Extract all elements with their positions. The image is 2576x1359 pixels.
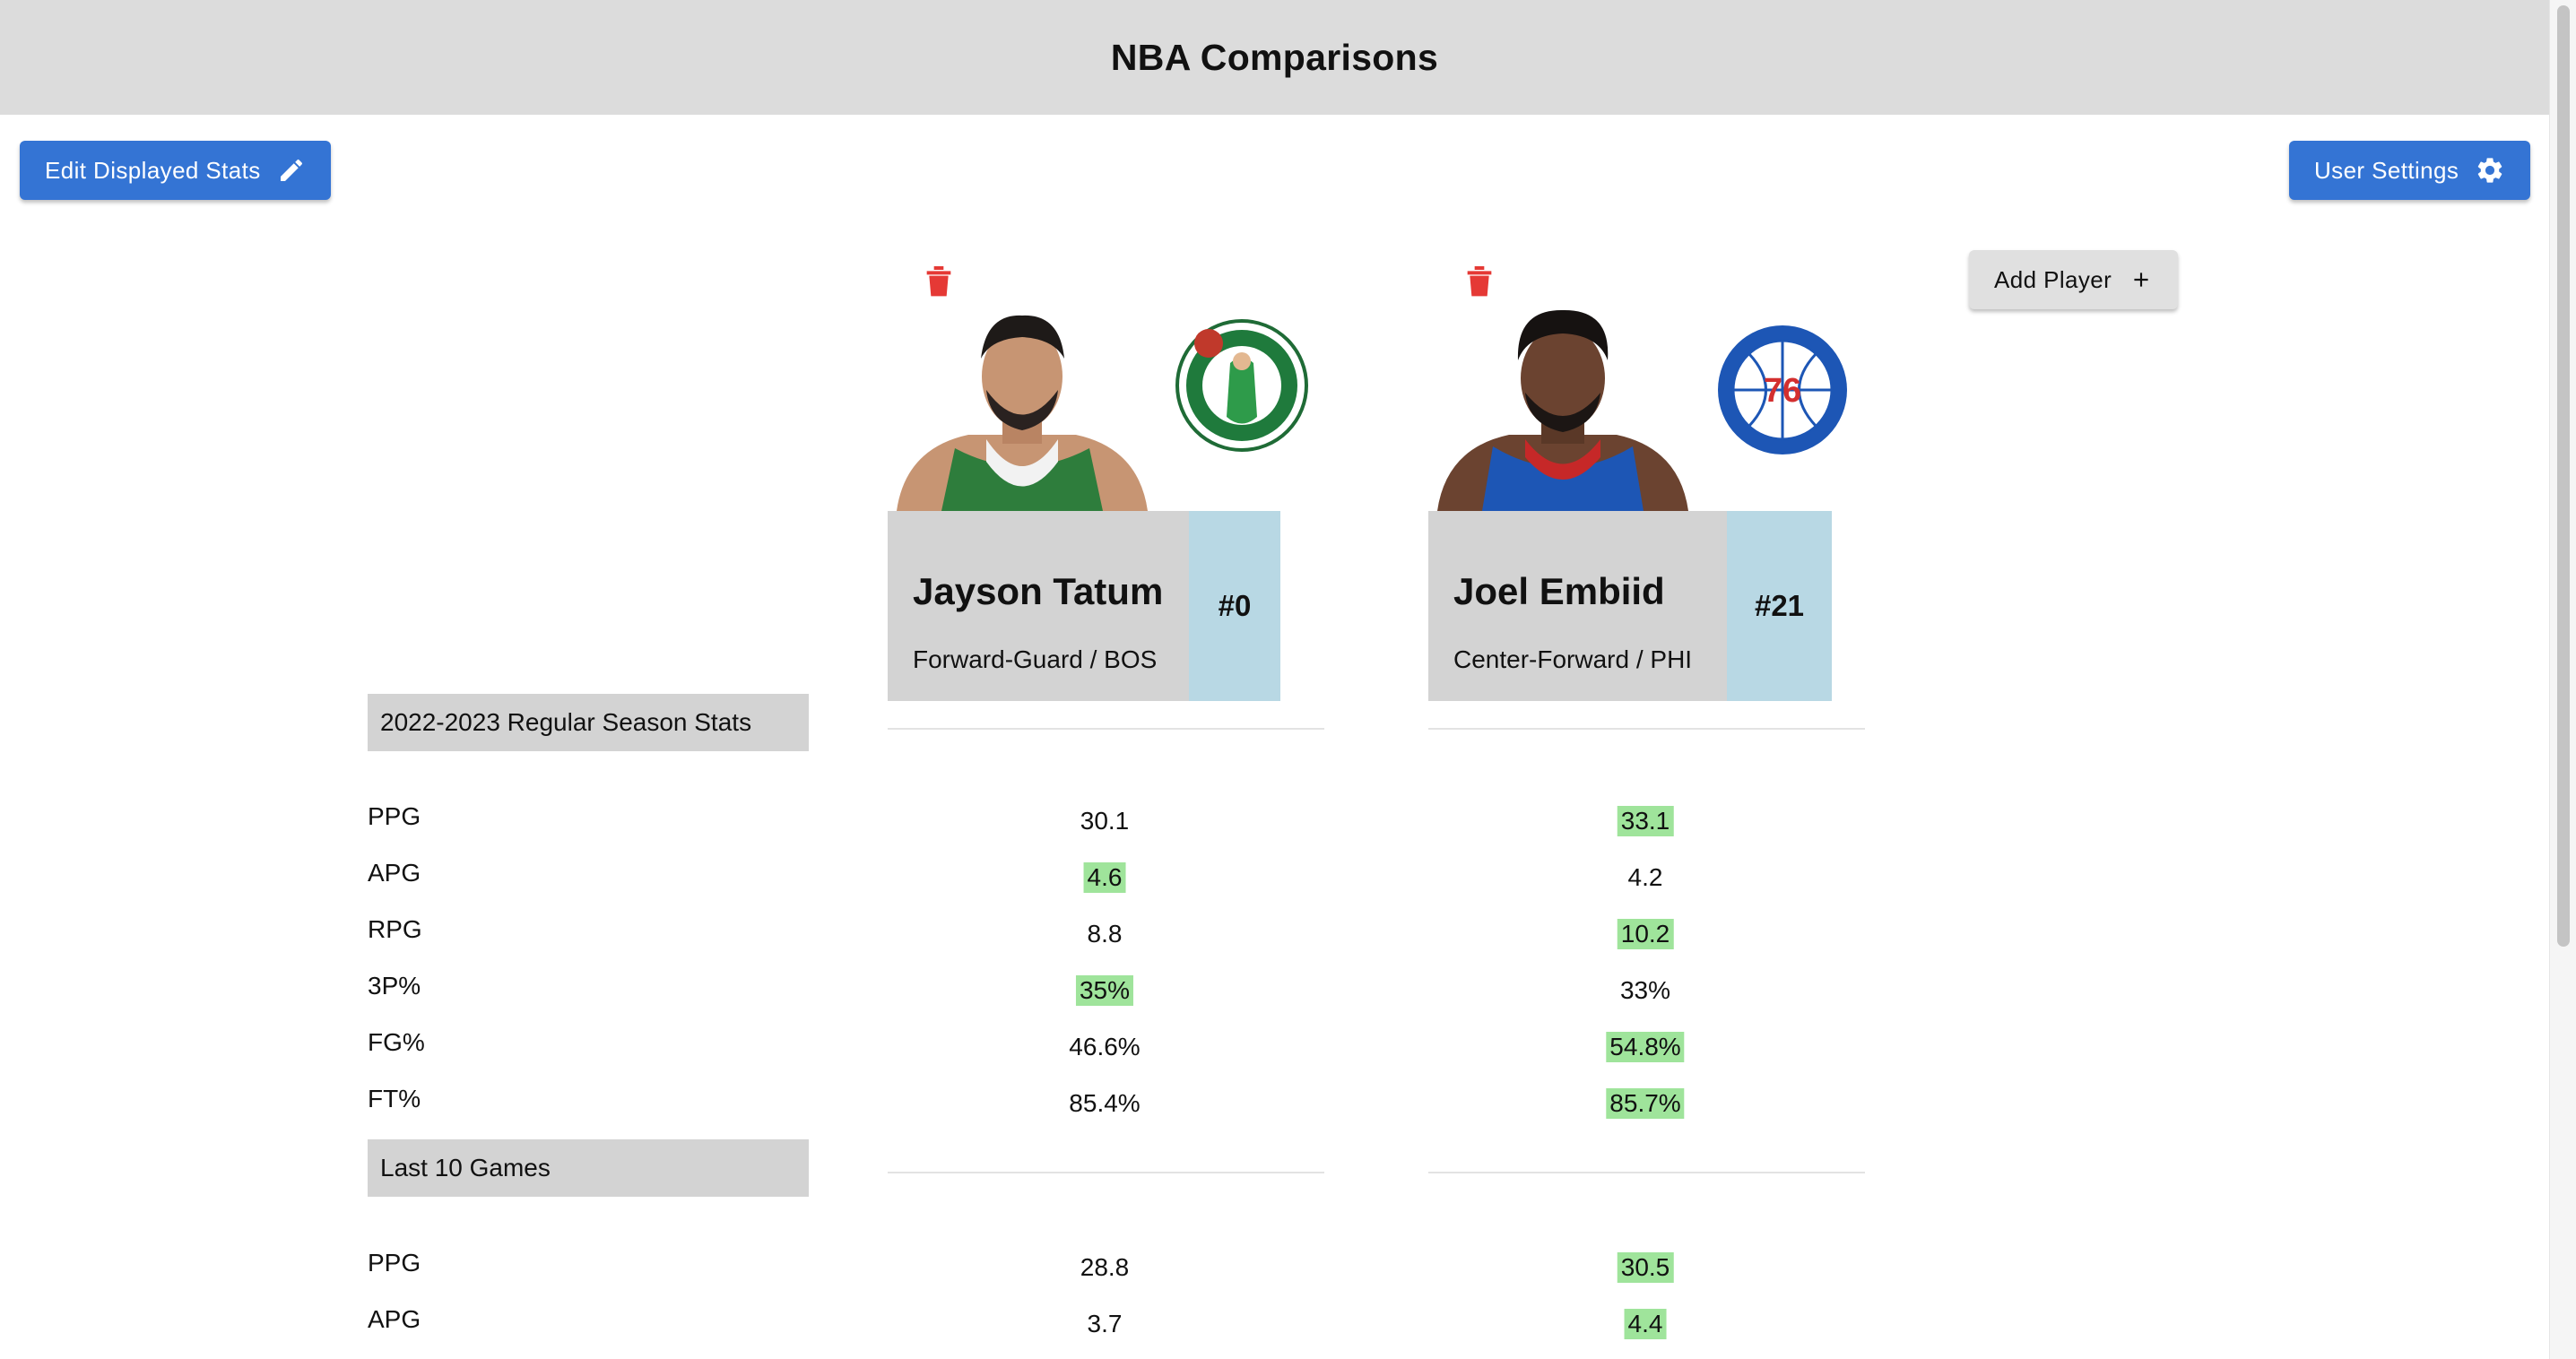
edit-displayed-stats-label: Edit Displayed Stats xyxy=(45,156,261,184)
delete-player-2-trash-icon[interactable] xyxy=(1465,264,1494,298)
player-1-season-divider xyxy=(888,728,1324,730)
player-1-last10-divider xyxy=(888,1172,1324,1173)
player-1-season-stat-value: 8.8 xyxy=(1087,920,1123,948)
add-player-label: Add Player xyxy=(1994,265,2112,293)
stat-label-last10: PPG xyxy=(368,1249,421,1277)
player-1-last10-stat-value: 28.8 xyxy=(1080,1253,1130,1281)
player-1-name: Jayson Tatum xyxy=(913,570,1164,612)
76ers-logo-icon: 76 xyxy=(1718,325,1847,454)
edit-displayed-stats-button[interactable]: Edit Displayed Stats xyxy=(20,141,331,200)
player-2-last10-stat-value: 4.4 xyxy=(1624,1309,1667,1339)
player-2-season-stat-value: 54.8% xyxy=(1606,1032,1685,1062)
player-2-season-stat-value: 85.7% xyxy=(1606,1088,1685,1119)
player-2-headshot xyxy=(1437,309,1688,511)
gear-icon xyxy=(2478,158,2502,183)
player-1-name-box: Jayson Tatum Forward-Guard / BOS xyxy=(888,511,1189,701)
stat-label-season: FG% xyxy=(368,1028,425,1056)
stat-label-season: APG xyxy=(368,859,421,887)
section-season-header: 2022-2023 Regular Season Stats xyxy=(368,694,809,751)
app-header: NBA Comparisons xyxy=(0,0,2549,115)
player-2-number: #21 xyxy=(1727,511,1832,701)
stat-label-season: RPG xyxy=(368,915,422,943)
plus-icon xyxy=(2134,273,2148,287)
player-2-season-stat-value: 33% xyxy=(1619,976,1671,1004)
player-1-season-stat-value: 4.6 xyxy=(1083,862,1126,893)
stat-label-season: PPG xyxy=(368,802,421,830)
player-2-position-team: Center-Forward / PHI xyxy=(1453,645,1693,673)
player-2-season-divider xyxy=(1428,728,1865,730)
user-settings-button[interactable]: User Settings xyxy=(2289,141,2531,200)
player-1-last10-stat-value: 3.7 xyxy=(1087,1310,1123,1337)
player-1-number: #0 xyxy=(1189,511,1280,701)
add-player-button[interactable]: Add Player xyxy=(1969,250,2179,309)
celtics-logo-icon xyxy=(1175,319,1308,452)
user-settings-label: User Settings xyxy=(2314,156,2459,184)
player-2-name: Joel Embiid xyxy=(1453,570,1665,612)
player-2-last10-divider xyxy=(1428,1172,1865,1173)
player-2-season-stat-value: 33.1 xyxy=(1617,806,1674,836)
player-1-season-stat-value: 85.4% xyxy=(1069,1089,1141,1117)
scrollbar-thumb[interactable] xyxy=(2557,5,2570,947)
stat-label-season: FT% xyxy=(368,1085,421,1112)
stat-label-season: 3P% xyxy=(368,972,421,1000)
page-title: NBA Comparisons xyxy=(1110,36,1439,78)
player-1-season-stat-value: 46.6% xyxy=(1069,1033,1141,1060)
player-2-name-box: Joel Embiid Center-Forward / PHI xyxy=(1428,511,1727,701)
pencil-icon xyxy=(280,159,302,181)
player-1-season-stat-value: 30.1 xyxy=(1080,807,1130,835)
delete-player-1-trash-icon[interactable] xyxy=(924,264,953,298)
player-2-season-stat-value: 10.2 xyxy=(1617,919,1674,949)
svg-text:76: 76 xyxy=(1764,372,1801,410)
player-2-season-stat-value: 4.2 xyxy=(1627,863,1663,891)
section-last10-header: Last 10 Games xyxy=(368,1139,809,1197)
player-1-position-team: Forward-Guard / BOS xyxy=(913,645,1158,673)
player-1-season-stat-value: 35% xyxy=(1075,975,1134,1006)
stat-label-last10: APG xyxy=(368,1305,421,1333)
player-1-headshot xyxy=(897,315,1148,511)
page-scrollbar[interactable] xyxy=(2549,0,2576,1359)
player-2-last10-stat-value: 30.5 xyxy=(1617,1252,1674,1283)
